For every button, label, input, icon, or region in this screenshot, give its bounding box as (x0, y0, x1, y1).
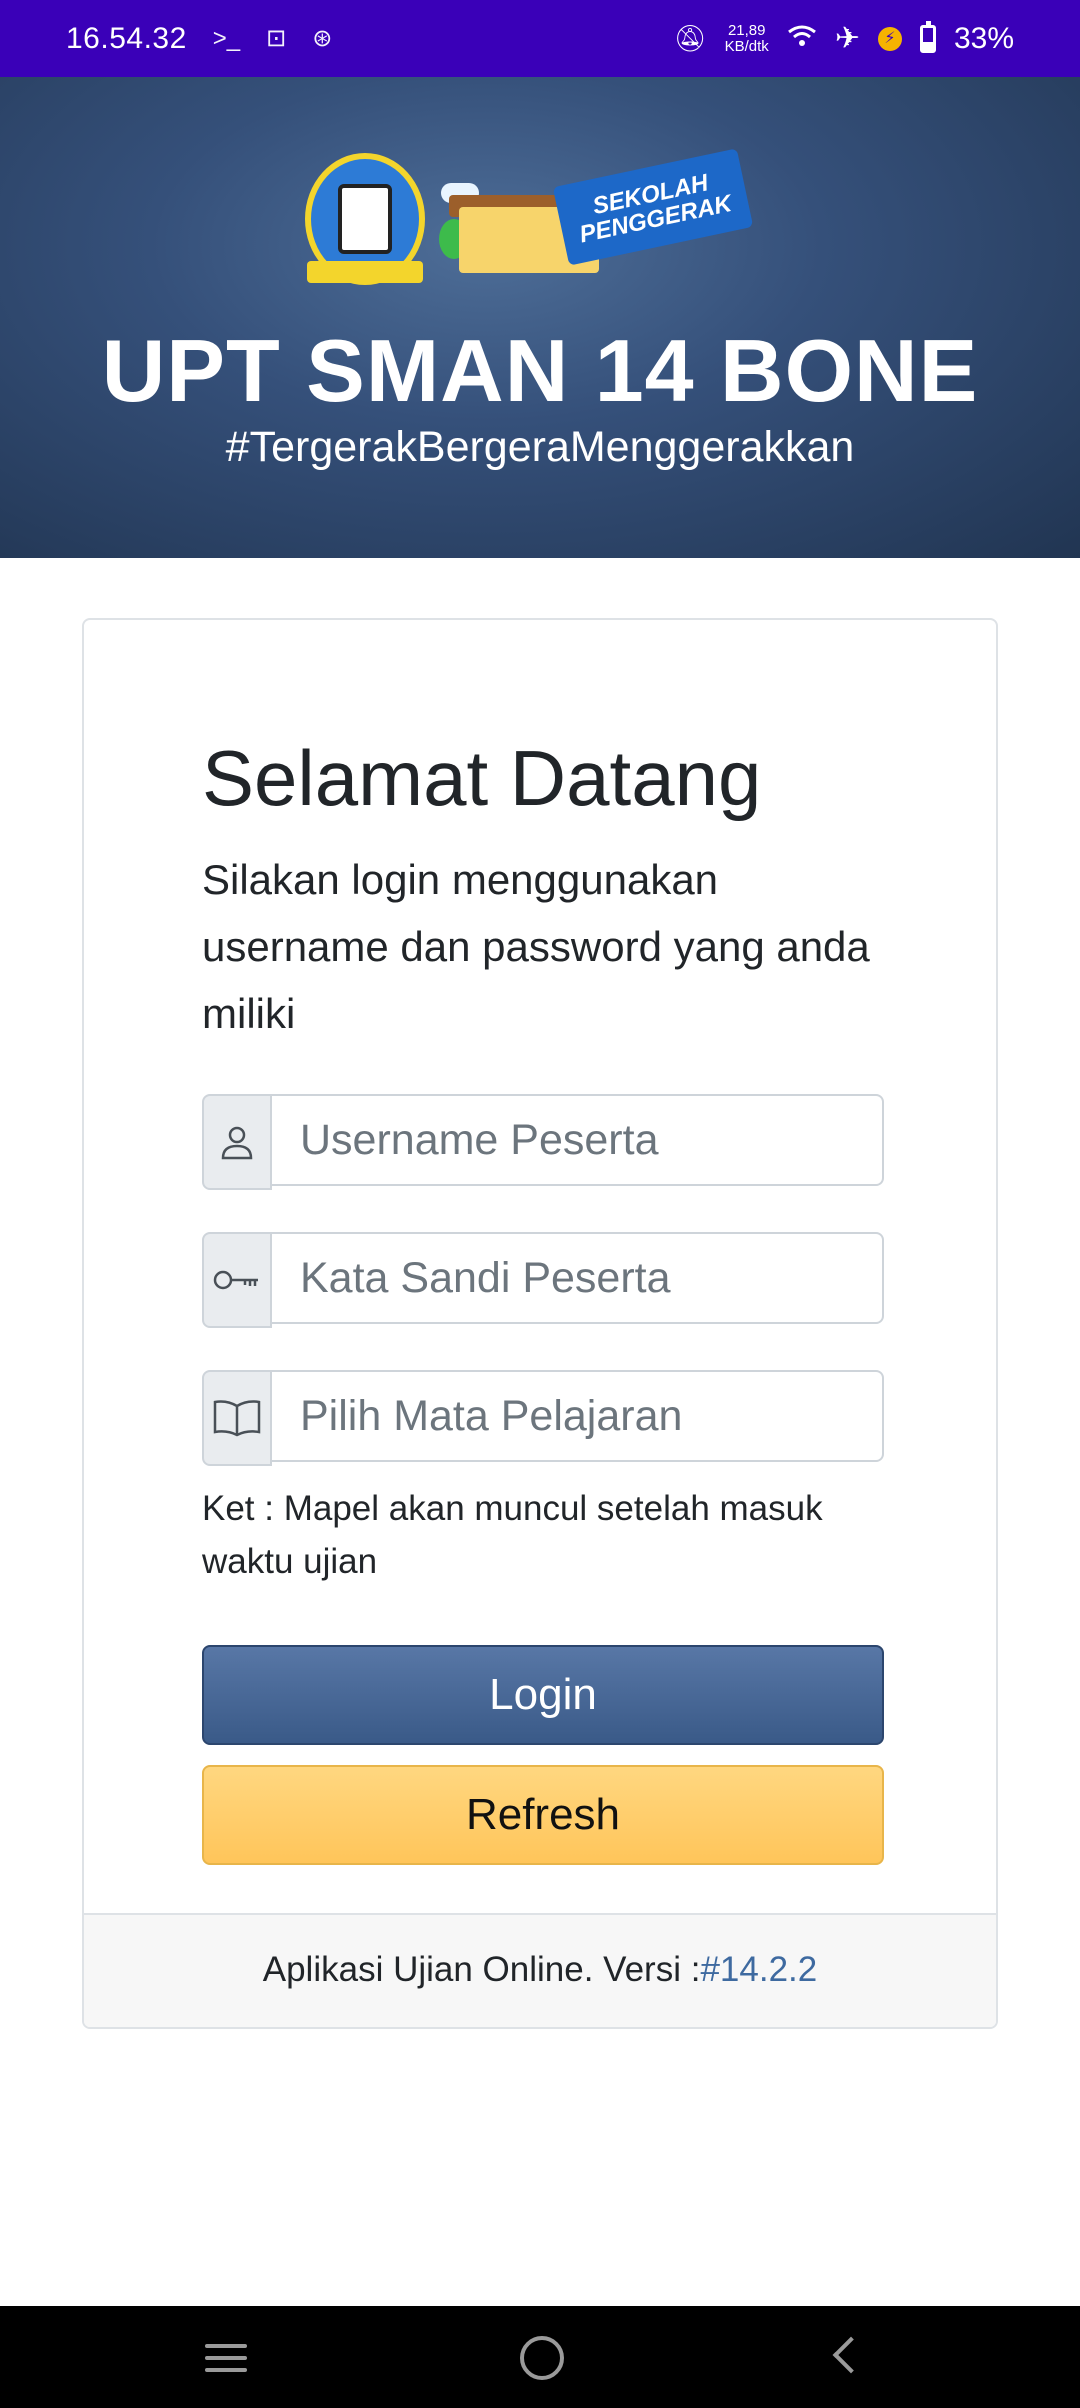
footer-text: Aplikasi Ujian Online. Versi : (262, 1950, 701, 1989)
status-bar: 16.54.32 >_ ⊡ ⊛ 🔕︎ 21,89 KB/dtk ✈ ⚡ 33% (0, 0, 1080, 77)
status-time: 16.54.32 (66, 21, 187, 55)
sekolah-penggerak-logo: SEKOLAH PENGGERAK (439, 148, 759, 279)
refresh-button[interactable]: Refresh (202, 1765, 884, 1865)
school-tagline: #TergerakBergeraMenggerakkan (225, 423, 855, 471)
login-card-body: Selamat Datang Silakan login menggunakan… (202, 732, 884, 1047)
back-icon[interactable] (832, 2336, 870, 2374)
penggerak-sign: SEKOLAH PENGGERAK (552, 148, 754, 266)
battery-fill (922, 42, 933, 50)
home-icon[interactable] (520, 2336, 564, 2380)
airplane-icon: ✈ (834, 22, 860, 55)
book-icon (202, 1370, 272, 1466)
login-card: Selamat Datang Silakan login menggunakan… (82, 618, 998, 2029)
status-right: 🔕︎ 21,89 KB/dtk ✈ ⚡ 33% (673, 20, 1014, 56)
terminal-icon: >_ (212, 24, 241, 52)
header-banner: SEKOLAH PENGGERAK UPT SMAN 14 BONE #Terg… (0, 77, 1080, 558)
recent-apps-icon[interactable] (205, 2344, 247, 2380)
username-group (202, 1094, 884, 1190)
wifi-icon (787, 22, 817, 56)
logo-row: SEKOLAH PENGGERAK (305, 148, 759, 285)
screen-record-icon: ⊡ (266, 25, 287, 52)
school-title: UPT SMAN 14 BONE (101, 321, 979, 420)
login-button[interactable]: Login (202, 1645, 884, 1745)
user-icon (202, 1094, 272, 1190)
network-speed-unit: KB/dtk (724, 37, 769, 55)
username-input[interactable] (272, 1094, 884, 1186)
school-logo-icon (305, 153, 425, 285)
network-speed-value: 21,89 (727, 21, 766, 39)
subject-select[interactable] (272, 1370, 884, 1462)
welcome-heading: Selamat Datang (202, 734, 762, 822)
card-footer: Aplikasi Ujian Online. Versi :#14.2.2 (84, 1913, 996, 2027)
password-group (202, 1232, 884, 1328)
navigation-bar (0, 2306, 1080, 2408)
battery-icon (919, 20, 936, 53)
version-link[interactable]: #14.2.2 (700, 1950, 817, 1989)
charging-icon: ⚡ (877, 26, 902, 51)
password-input[interactable] (272, 1232, 884, 1324)
mute-icon: 🔕︎ (673, 23, 707, 53)
status-left: 16.54.32 >_ ⊡ ⊛ (66, 22, 332, 56)
school-logo-book (338, 184, 392, 254)
key-icon (202, 1232, 272, 1328)
battery-percent: 33% (953, 21, 1014, 55)
school-logo-ribbon (307, 261, 423, 283)
login-instructions: Silakan login menggunakan username dan p… (202, 856, 870, 1037)
subject-note: Ket : Mapel akan muncul setelah masuk wa… (202, 1489, 823, 1581)
subject-group (202, 1370, 884, 1466)
network-speed: 21,89 KB/dtk (724, 21, 769, 55)
screen-record-icon-2: ⊛ (312, 25, 333, 52)
